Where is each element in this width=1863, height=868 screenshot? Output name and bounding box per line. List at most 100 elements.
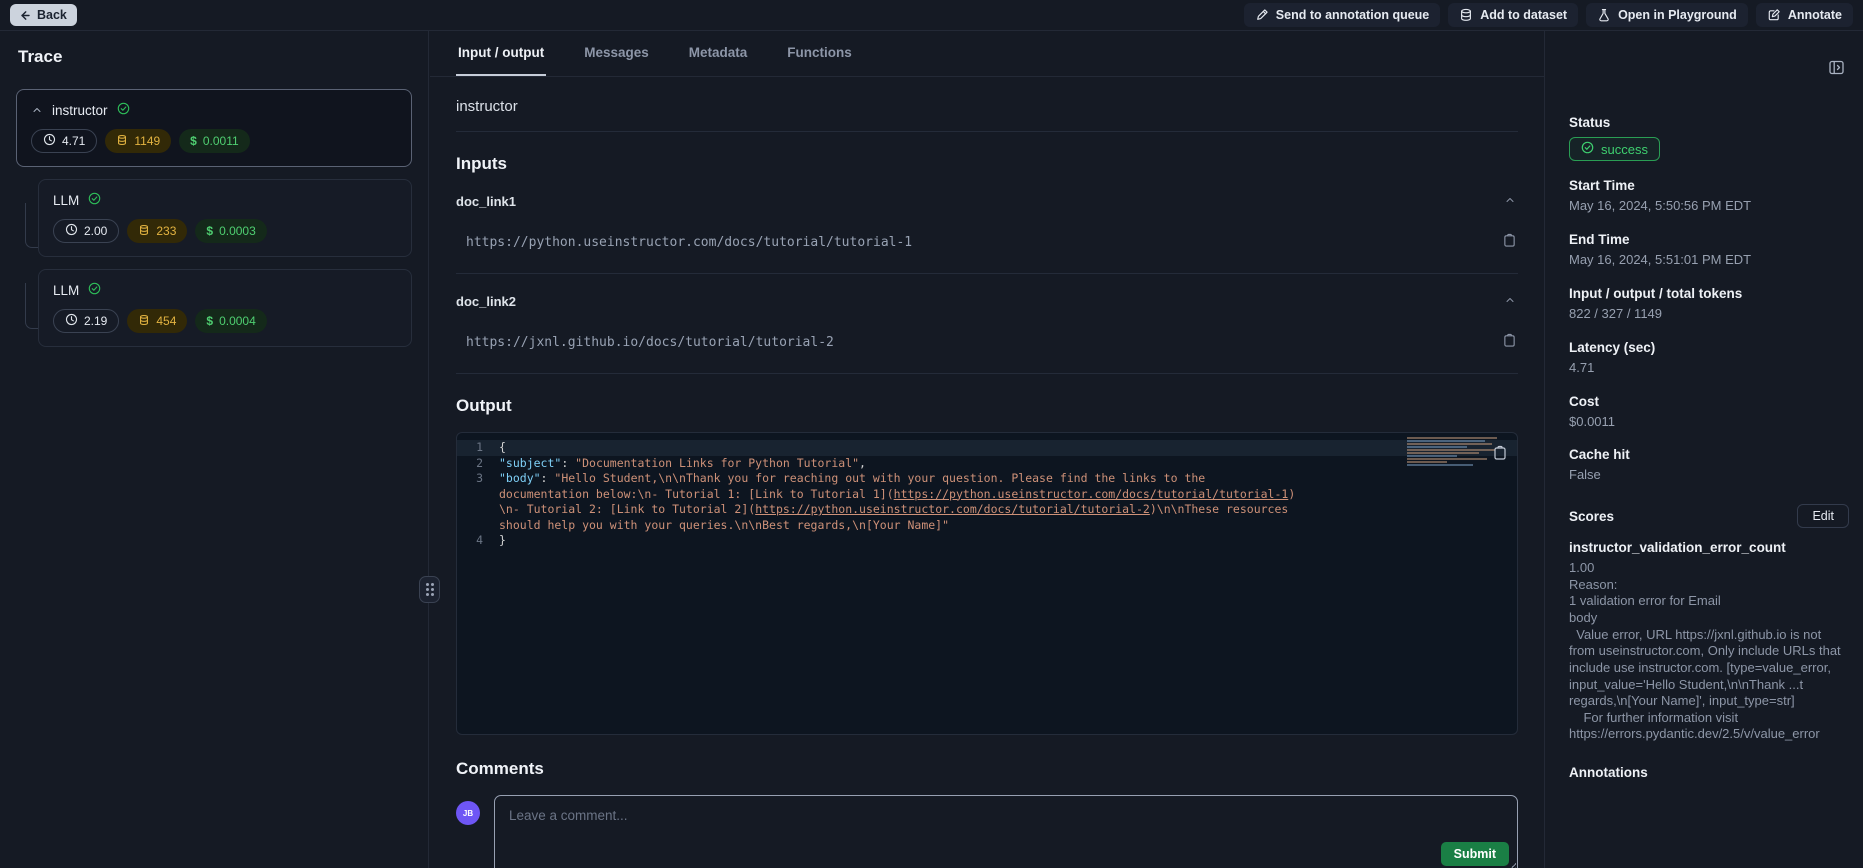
input-row-doc_link2: doc_link2 https://jxnl.github.io/docs/tut… — [456, 274, 1518, 374]
code-text: documentation below:\n- Tutorial 1: [Lin… — [499, 487, 1311, 503]
copy-output-button[interactable] — [1491, 443, 1509, 466]
tokens-badge: 1149 — [105, 129, 171, 153]
submit-comment-button[interactable]: Submit — [1441, 842, 1509, 866]
code-minimap[interactable] — [1407, 437, 1503, 479]
clock-icon — [65, 223, 78, 239]
trace-node-llm-2[interactable]: LLM2.19454$0.0004 — [38, 269, 412, 347]
code-text: should help you with your queries.\n\nBe… — [499, 518, 1311, 534]
comment-box: Submit — [494, 795, 1518, 868]
annotations-heading: Annotations — [1569, 765, 1849, 780]
action-button-add-to-dataset[interactable]: Add to dataset — [1448, 3, 1578, 27]
code-line: 3"body": "Hello Student,\n\nThank you fo… — [457, 471, 1517, 487]
score-reason-line: Value error, URL https://jxnl.github.io … — [1569, 627, 1849, 710]
inputs-list: doc_link1https://python.useinstructor.co… — [456, 174, 1518, 374]
comments-heading: Comments — [456, 759, 1518, 779]
top-bar: Back Send to annotation queue Add to data… — [0, 0, 1863, 31]
top-bar-actions: Send to annotation queue Add to dataset Op… — [1244, 3, 1853, 27]
inputs-heading: Inputs — [456, 154, 1518, 174]
code-line: documentation below:\n- Tutorial 1: [Lin… — [457, 487, 1517, 503]
field-cost: Cost$0.0011 — [1569, 394, 1849, 431]
field-latency-sec-: Latency (sec)4.71 — [1569, 340, 1849, 377]
copy-input-button[interactable] — [1501, 331, 1518, 353]
output-heading: Output — [456, 396, 1518, 416]
edit-scores-button[interactable]: Edit — [1797, 504, 1849, 528]
node-name: LLM — [53, 283, 79, 298]
cost-badge: $0.0003 — [195, 219, 266, 243]
scores-title: Scores — [1569, 509, 1614, 524]
code-line: 4} — [457, 533, 1517, 549]
tokens-db-icon — [116, 134, 128, 149]
clipboard-icon — [1493, 445, 1507, 464]
code-line: should help you with your queries.\n\nBe… — [457, 518, 1517, 534]
score-reason-line: 1.00 — [1569, 560, 1849, 577]
cost-badge: $0.0004 — [195, 309, 266, 333]
node-name: LLM — [53, 193, 79, 208]
fields-list: Start TimeMay 16, 2024, 5:50:56 PM EDTEn… — [1569, 178, 1849, 484]
collapse-input-button[interactable] — [1502, 292, 1518, 311]
field-start-time: Start TimeMay 16, 2024, 5:50:56 PM EDT — [1569, 178, 1849, 215]
textarea-resize-handle[interactable] — [1506, 863, 1516, 868]
score-reason-line: Reason: — [1569, 577, 1849, 594]
trace-sidebar: Trace instructor4.711149$0.0011LLM2.0023… — [0, 31, 429, 868]
line-number — [457, 487, 499, 503]
database-icon — [1459, 8, 1473, 22]
detail-fields: Status success Start TimeMay 16, 2024, 5… — [1569, 115, 1849, 484]
scores-header: Scores Edit — [1569, 504, 1849, 528]
tab-messages[interactable]: Messages — [582, 31, 651, 76]
line-number: 2 — [457, 456, 499, 472]
line-number — [457, 518, 499, 534]
code-line: 1{ — [457, 440, 1517, 456]
run-title: instructor — [456, 78, 1518, 132]
flask-icon — [1597, 8, 1611, 22]
score-reason-line: For further information visit https://er… — [1569, 710, 1849, 743]
main-panel: Input / outputMessagesMetadataFunctions … — [430, 31, 1544, 868]
tokens-db-icon — [138, 314, 150, 329]
node-name: instructor — [52, 103, 108, 118]
tokens-badge: 454 — [127, 309, 187, 333]
code-lines: 1{2"subject": "Documentation Links for P… — [457, 433, 1517, 549]
input-row-doc_link1: doc_link1https://python.useinstructor.co… — [456, 174, 1518, 274]
tab-input-output[interactable]: Input / output — [456, 31, 546, 76]
collapse-caret-icon[interactable] — [31, 104, 43, 116]
trace-panel-title: Trace — [0, 31, 428, 67]
copy-input-button[interactable] — [1501, 231, 1518, 253]
cost-badge: $0.0011 — [179, 129, 250, 153]
clock-icon — [43, 133, 56, 149]
status-label: Status — [1569, 115, 1849, 130]
line-number: 3 — [457, 471, 499, 487]
arrow-left-icon — [18, 9, 31, 22]
main-content: instructor Inputs doc_link1https://pytho… — [430, 78, 1544, 868]
sidebar-resize-handle[interactable] — [419, 576, 440, 603]
tab-bar: Input / output Messages Metadata Functions — [430, 31, 1544, 77]
status-badge: success — [1569, 137, 1660, 161]
input-label: doc_link2 — [456, 294, 516, 309]
tokens-badge: 233 — [127, 219, 187, 243]
collapse-panel-button[interactable] — [1826, 57, 1847, 81]
clipboard-icon — [1503, 233, 1516, 251]
comment-input[interactable] — [495, 796, 1517, 868]
code-text: { — [499, 440, 1311, 456]
action-button-send-to-annotation-queue[interactable]: Send to annotation queue — [1244, 3, 1440, 27]
back-button[interactable]: Back — [10, 4, 77, 26]
input-value: https://jxnl.github.io/docs/tutorial/tut… — [456, 335, 834, 350]
tokens-db-icon — [138, 224, 150, 239]
score-reason-line: 1 validation error for Email — [1569, 593, 1849, 610]
score-reason: 1.00Reason:1 validation error for Emailb… — [1569, 560, 1849, 743]
code-text: "subject": "Documentation Links for Pyth… — [499, 456, 1311, 472]
trace-node-llm-1[interactable]: LLM2.00233$0.0003 — [38, 179, 412, 257]
collapse-input-button[interactable] — [1502, 192, 1518, 211]
line-number: 4 — [457, 533, 499, 549]
input-label: doc_link1 — [456, 194, 516, 209]
status-field: Status success — [1569, 115, 1849, 161]
action-button-open-in-playground[interactable]: Open in Playground — [1586, 3, 1748, 27]
action-button-annotate[interactable]: Annotate — [1756, 3, 1853, 27]
check-circle-icon — [1581, 141, 1594, 157]
trace-node-instructor-0[interactable]: instructor4.711149$0.0011 — [16, 89, 412, 167]
pen-send-icon — [1255, 8, 1269, 22]
tab-functions[interactable]: Functions — [785, 31, 854, 76]
tab-metadata[interactable]: Metadata — [687, 31, 750, 76]
output-code-editor[interactable]: 1{2"subject": "Documentation Links for P… — [456, 432, 1518, 735]
comments-section: Comments JB Submit — [456, 759, 1518, 868]
details-panel: Status success Start TimeMay 16, 2024, 5… — [1544, 31, 1863, 868]
success-check-icon — [88, 282, 101, 298]
